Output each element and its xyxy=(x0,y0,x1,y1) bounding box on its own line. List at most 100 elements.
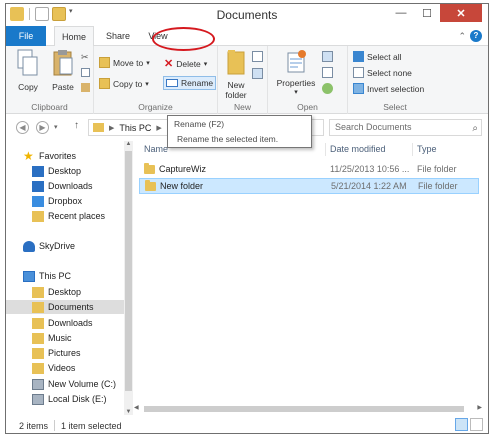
select-all-label: Select all xyxy=(367,51,402,62)
navigation-pane: ★ Favorites Desktop Downloads Dropbox Re… xyxy=(6,141,124,415)
dropbox-icon xyxy=(32,195,44,207)
nav-documents[interactable]: Documents xyxy=(6,300,124,314)
drive-icon xyxy=(32,378,44,390)
column-header-date[interactable]: Date modified xyxy=(330,141,386,157)
copy-path-icon xyxy=(81,68,90,77)
tab-home[interactable]: Home xyxy=(54,26,94,47)
folder-icon xyxy=(93,123,104,132)
open-icon xyxy=(322,51,333,62)
move-to-button[interactable]: Move to ▾ xyxy=(99,57,150,68)
explorer-window: ▾ Documents — ☐ ✕ File Home Share View ⌃… xyxy=(5,3,489,434)
maximize-button[interactable]: ☐ xyxy=(414,4,440,22)
delete-button[interactable]: ✕ Delete ▾ xyxy=(164,57,207,70)
move-to-label: Move to xyxy=(113,57,144,68)
paste-shortcut-button[interactable] xyxy=(81,83,90,92)
copy-to-icon xyxy=(99,78,110,89)
invert-selection-label: Invert selection xyxy=(367,83,425,94)
select-group-label: Select xyxy=(383,102,407,112)
tab-file[interactable]: File xyxy=(6,26,46,46)
rename-button[interactable]: Rename xyxy=(163,76,217,90)
file-type: File folder xyxy=(418,181,458,191)
properties-button[interactable]: Properties ▾ xyxy=(274,49,318,96)
rename-label: Rename xyxy=(181,78,214,88)
tooltip-title: Rename (F2) xyxy=(174,119,225,129)
file-row[interactable]: CaptureWiz 11/25/2013 10:56 ... File fol… xyxy=(139,162,479,178)
nav-favorites-label: Favorites xyxy=(39,151,77,161)
properties-icon xyxy=(287,50,306,73)
videos-icon xyxy=(32,362,44,374)
search-input[interactable]: Search Documents ⌕ xyxy=(329,119,482,136)
select-all-icon xyxy=(353,51,364,62)
edit-button[interactable] xyxy=(322,67,333,78)
folder-icon xyxy=(145,180,156,191)
nav-desktop-label: Desktop xyxy=(48,166,82,176)
copy-path-button[interactable] xyxy=(81,68,90,77)
cut-button[interactable]: ✂ xyxy=(81,52,89,63)
new-item-button[interactable] xyxy=(252,51,263,62)
forward-button[interactable]: ▶ xyxy=(36,121,49,134)
select-group: Select all Select none Invert selection … xyxy=(348,46,442,114)
ribbon-collapse-icon[interactable]: ⌃ xyxy=(458,31,466,42)
history-button[interactable] xyxy=(322,83,333,94)
scroll-up-icon[interactable]: ▲ xyxy=(124,141,133,147)
nav-pc-desktop-label: Desktop xyxy=(48,287,82,297)
minimize-button[interactable]: — xyxy=(388,4,414,22)
easy-access-button[interactable] xyxy=(252,68,263,79)
paste-icon xyxy=(53,50,73,76)
select-none-button[interactable]: Select none xyxy=(353,67,412,78)
easy-access-icon xyxy=(252,68,263,79)
column-divider[interactable] xyxy=(325,143,326,156)
back-button[interactable]: ◀ xyxy=(16,121,29,134)
nav-downloads-label: Downloads xyxy=(48,181,93,191)
copy-to-button[interactable]: Copy to ▾ xyxy=(99,78,149,89)
star-icon: ★ xyxy=(23,148,34,163)
close-button[interactable]: ✕ xyxy=(440,4,482,22)
file-row-selected[interactable]: New folder 5/21/2014 1:22 AM File folder xyxy=(139,178,479,194)
invert-selection-button[interactable]: Invert selection xyxy=(353,83,424,94)
delete-label: Delete xyxy=(176,58,201,69)
recent-locations-icon[interactable]: ▾ xyxy=(54,123,58,131)
pictures-icon xyxy=(32,347,44,359)
folder-icon xyxy=(144,163,155,174)
column-header-type[interactable]: Type xyxy=(417,141,437,157)
rename-icon xyxy=(166,79,178,87)
history-icon xyxy=(322,83,333,94)
scrollbar-thumb[interactable] xyxy=(125,151,132,391)
file-list-hscrollbar[interactable]: ◀ ▶ xyxy=(134,404,484,414)
search-icon[interactable]: ⌕ xyxy=(472,121,478,136)
open-button[interactable] xyxy=(322,51,333,62)
large-icons-view-icon[interactable] xyxy=(470,418,483,431)
file-name: CaptureWiz xyxy=(159,164,207,174)
copy-icon xyxy=(17,49,38,76)
select-all-button[interactable]: Select all xyxy=(353,51,402,62)
scroll-right-icon[interactable]: ▶ xyxy=(477,404,482,411)
documents-icon xyxy=(32,301,44,313)
downloads-icon xyxy=(32,317,44,329)
rename-highlight-oval xyxy=(152,27,215,51)
details-view-icon[interactable] xyxy=(455,418,468,431)
open-group-label: Open xyxy=(297,102,318,112)
new-item-icon xyxy=(252,51,263,62)
hscroll-thumb[interactable] xyxy=(144,406,464,412)
breadcrumb-separator-icon: ▶ xyxy=(109,124,115,132)
chevron-down-icon: ▾ xyxy=(145,80,149,88)
move-to-icon xyxy=(99,57,110,68)
navpane-scrollbar[interactable]: ▲ ▼ xyxy=(124,141,133,415)
new-folder-label-line2: folder xyxy=(225,90,247,100)
up-button[interactable]: ↑ xyxy=(74,120,79,131)
select-none-label: Select none xyxy=(367,67,412,78)
new-folder-button[interactable]: New folder xyxy=(222,49,250,100)
chevron-down-icon: ▾ xyxy=(203,60,208,68)
help-icon[interactable]: ? xyxy=(470,30,482,42)
title-bar: ▾ Documents — ☐ ✕ xyxy=(6,4,488,26)
breadcrumb-thispc[interactable]: This PC xyxy=(119,123,151,133)
paste-button[interactable]: Paste xyxy=(46,49,80,92)
scroll-left-icon[interactable]: ◀ xyxy=(134,404,139,411)
desktop-icon xyxy=(32,165,44,177)
column-divider[interactable] xyxy=(412,143,413,156)
column-header-name[interactable]: Name xyxy=(144,141,168,157)
copy-button[interactable]: Copy xyxy=(12,49,44,92)
tab-share[interactable]: Share xyxy=(101,26,135,46)
nav-dropbox-label: Dropbox xyxy=(48,196,83,206)
file-name: New folder xyxy=(160,181,204,191)
